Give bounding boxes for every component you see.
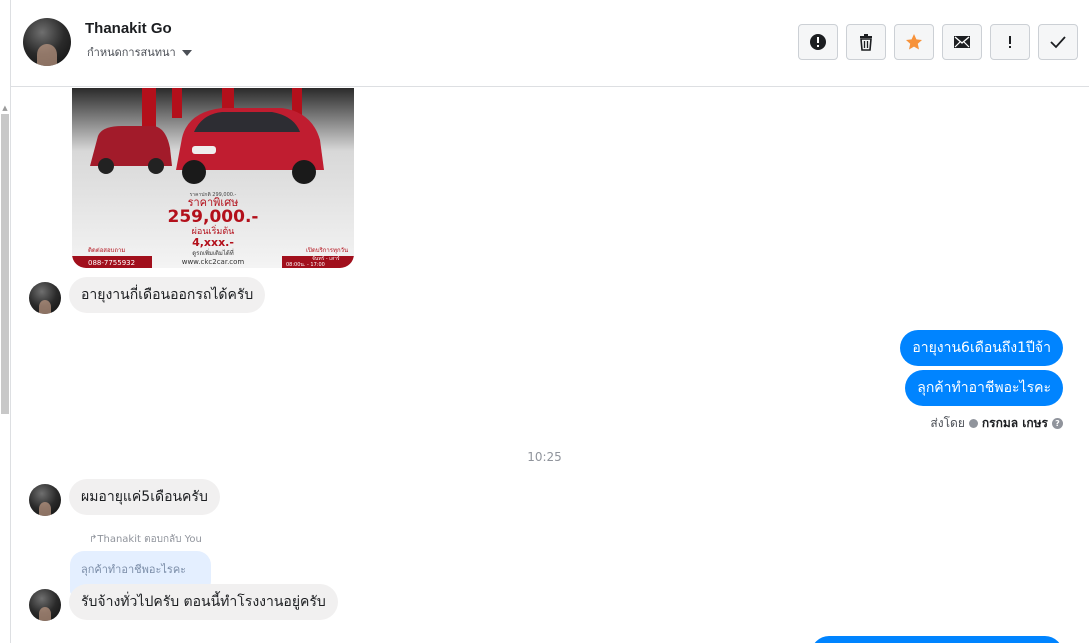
envelope-icon: [954, 36, 970, 48]
sender-avatar[interactable]: [29, 484, 61, 516]
contact-name[interactable]: Thanakit Go: [85, 20, 172, 37]
ad-price: 259,000.-: [168, 207, 259, 227]
car-ad-graphic: ราคาปกติ 299,000.- ราคาพิเศษ 259,000.- ผ…: [72, 88, 354, 268]
ad-days: จันทร์ - เสาร์: [312, 255, 340, 262]
star-button[interactable]: [894, 24, 934, 60]
sent-by-info: ส่งโดย กรกมล เกษร ?: [930, 414, 1063, 433]
conversation-header: Thanakit Go กำหนดการสนทนา: [11, 0, 1089, 87]
caret-down-icon: [181, 49, 192, 56]
help-icon[interactable]: ?: [1052, 418, 1063, 429]
follow-up-button[interactable]: [990, 24, 1030, 60]
contact-avatar[interactable]: [23, 18, 71, 66]
verified-check-icon: [968, 419, 978, 428]
ad-contact-label: ติดต่อสอบถาม: [88, 247, 125, 254]
left-panel-edge: ▲: [0, 0, 11, 643]
reply-hint: ↱Thanakit ตอบกลับ You: [89, 532, 202, 547]
mark-spam-button[interactable]: [798, 24, 838, 60]
incoming-message[interactable]: ผมอายุแค่5เดือนครับ: [69, 479, 220, 515]
sender-avatar[interactable]: [29, 282, 61, 314]
car-ad-image[interactable]: ราคาปกติ 299,000.- ราคาพิเศษ 259,000.- ผ…: [72, 88, 354, 268]
sent-by-name[interactable]: กรกมล เกษร: [982, 414, 1048, 433]
mark-done-button[interactable]: [1038, 24, 1078, 60]
incoming-message[interactable]: รับจ้างทั่วไปครับ ตอนนี้ทำโรงงานอยู่ครับ: [69, 584, 338, 620]
ad-open-label: เปิดบริการทุกวัน: [306, 247, 348, 254]
sender-avatar[interactable]: [29, 589, 61, 621]
alert-circle-icon: [810, 34, 826, 50]
exclamation-icon: [1009, 36, 1011, 48]
reply-hint-text: Thanakit ตอบกลับ You: [97, 534, 202, 545]
check-icon: [1050, 36, 1066, 49]
outgoing-message-partial[interactable]: [811, 636, 1063, 643]
ad-more-info: ดูรถเพิ่มเติมได้ที่: [192, 249, 234, 257]
star-icon: [906, 34, 922, 50]
scroll-up-arrow-icon[interactable]: ▲: [1, 104, 9, 112]
trash-icon: [860, 34, 872, 51]
header-toolbar: [798, 24, 1078, 60]
outgoing-message[interactable]: ลุกค้าทำอาชีพอะไรคะ: [905, 370, 1063, 406]
message-thread: ราคาปกติ 299,000.- ราคาพิเศษ 259,000.- ผ…: [11, 88, 1089, 643]
ad-hours: 08:00น. - 17:00: [286, 262, 325, 268]
scrollbar-thumb[interactable]: [1, 114, 9, 414]
delete-button[interactable]: [846, 24, 886, 60]
ad-phone: 088-7755932: [88, 259, 135, 267]
sent-by-label: ส่งโดย: [930, 416, 965, 430]
ad-website: www.ckc2car.com: [182, 258, 245, 266]
conversation-settings-label: กำหนดการสนทนา: [87, 46, 176, 59]
incoming-message[interactable]: อายุงานกี่เดือนออกรถได้ครับ: [69, 277, 266, 313]
message-timestamp: 10:25: [527, 450, 562, 464]
conversation-settings-dropdown[interactable]: กำหนดการสนทนา: [87, 43, 192, 61]
mark-unread-button[interactable]: [942, 24, 982, 60]
ad-installment: 4,xxx.-: [192, 236, 234, 249]
outgoing-message[interactable]: อายุงาน6เดือนถึง1ปีจ้า: [900, 330, 1063, 366]
